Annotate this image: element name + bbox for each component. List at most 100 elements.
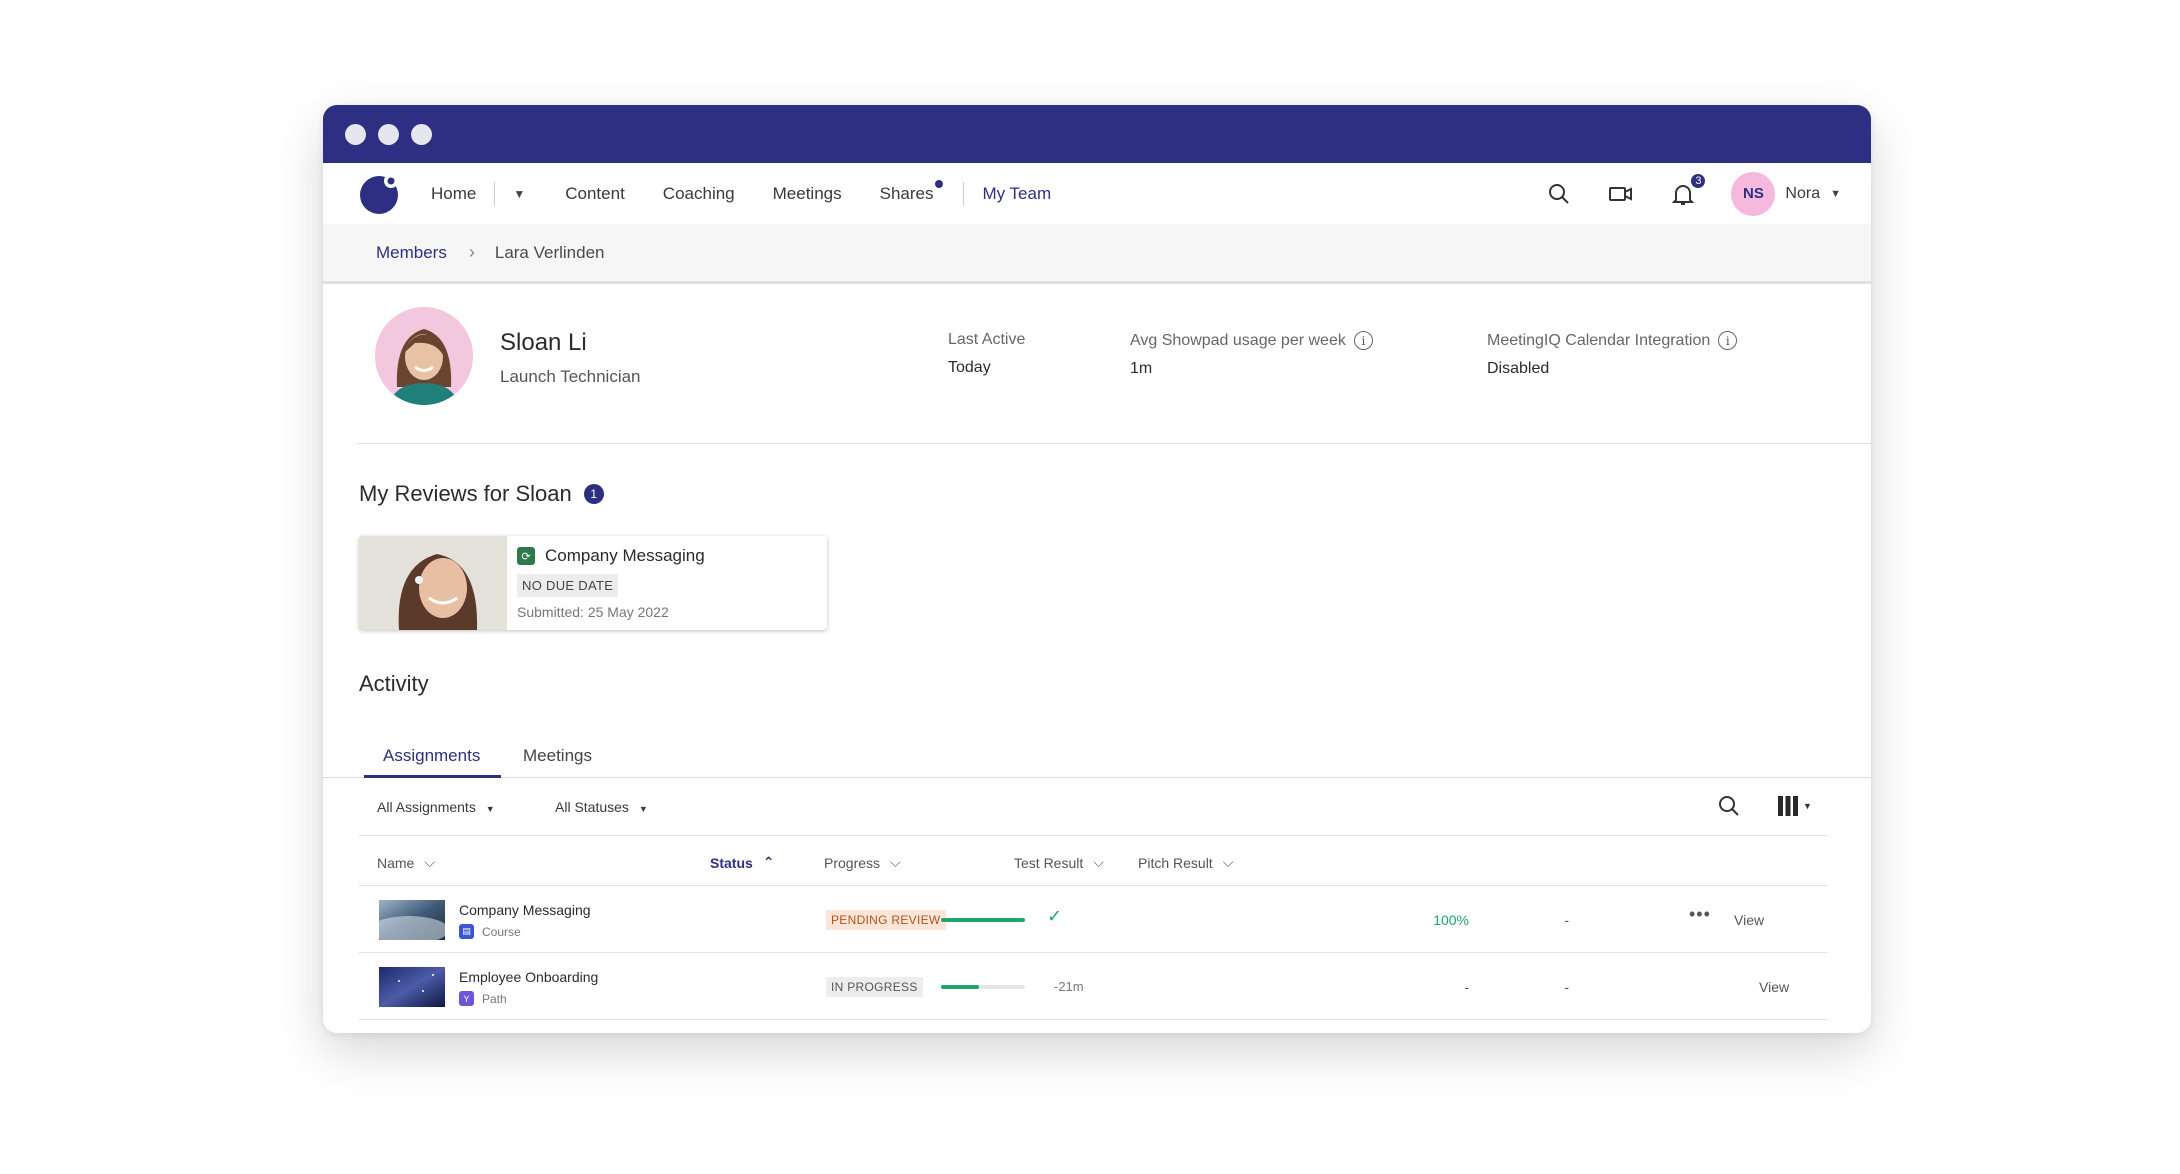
stat-label-row: Avg Showpad usage per week i [1130,331,1373,350]
notification-bell-icon[interactable]: 3 [1669,171,1708,208]
pitch-result: - [1564,979,1569,995]
reviews-title-text: My Reviews for Sloan [359,481,572,506]
status-badge: IN PROGRESS [826,977,923,997]
activity-section-title: Activity [359,671,429,697]
review-card-title: ⟳ Company Messaging [517,546,705,566]
showpad-logo[interactable] [359,173,401,215]
column-header-name[interactable]: Name ⌵ [377,854,435,871]
info-icon[interactable]: i [1718,331,1738,350]
chevron-down-icon: ⌵ [1222,854,1234,870]
nav-shares[interactable]: Shares [879,179,944,204]
dropdown-caret-icon: ▼ [485,804,495,814]
dropdown-caret-icon: ▼ [638,804,648,814]
filter-label: All Statuses [555,799,629,815]
refresh-icon: ⟳ [517,547,535,565]
assignment-name[interactable]: Company Messaging [459,902,591,918]
user-menu[interactable]: NS Nora ▼ [1731,171,1841,216]
nav-my-team[interactable]: My Team [982,184,1051,204]
test-result: 100% [1433,912,1469,928]
progress-bar [941,985,1025,989]
assignment-thumbnail [379,967,445,1007]
column-header-label: Name [377,854,415,871]
column-header-label: Test Result [1014,854,1084,871]
window-close-dot[interactable] [345,123,366,145]
column-header-progress[interactable]: Progress ⌵ [824,854,901,871]
submitted-date: Submitted: 25 May 2022 [517,604,669,620]
view-link[interactable]: View [1759,979,1789,995]
assignment-type-label: Course [482,924,521,939]
chevron-up-icon: ⌃ [762,854,775,870]
user-menu-caret-icon: ▼ [1830,187,1841,200]
table-row[interactable]: Company Messaging ▤ Course PENDING REVIEW… [359,886,1827,953]
course-icon: ▤ [459,924,474,939]
activity-title-text: Activity [359,671,429,696]
stat-value: Disabled [1487,360,1550,377]
stat-label: MeetingIQ Calendar Integration [1487,331,1711,349]
activity-tabs: Assignments Meetings [323,730,1871,778]
assignment-type: Y Path [459,991,507,1006]
stat-label: Avg Showpad usage per week [1130,331,1346,349]
member-profile-header: Sloan Li Launch Technician Last Active T… [357,284,1871,444]
window-minimize-dot[interactable] [378,123,399,145]
stat-value: 1m [1130,360,1153,377]
chevron-down-icon: ⌵ [890,854,901,870]
new-indicator-dot [935,179,944,188]
path-icon: Y [459,991,474,1006]
chevron-down-icon: ⌵ [1093,854,1104,870]
column-header-pitch-result[interactable]: Pitch Result ⌵ [1138,854,1233,871]
chevron-right-icon: › [468,242,475,262]
filter-label: All Assignments [377,799,476,815]
pitch-result: - [1564,912,1569,928]
info-icon[interactable]: i [1353,331,1373,350]
top-navigation: Home ▼ Content Coaching Meetings Shares … [323,163,1871,224]
video-camera-icon[interactable] [1607,180,1635,208]
stat-value: Today [948,359,991,376]
filter-assignments-dropdown[interactable]: All Assignments ▼ [377,799,495,815]
review-card-title-text: Company Messaging [545,546,705,565]
stat-calendar-integration: MeetingIQ Calendar Integration i Disabled [1487,331,1738,378]
window-maximize-dot[interactable] [411,123,432,145]
nav-home[interactable]: Home [431,184,476,204]
table-row[interactable]: Employee Onboarding Y Path IN PROGRESS -2… [359,953,1827,1020]
column-header-status[interactable]: Status ⌃ [710,854,775,871]
table-search-icon[interactable] [1717,794,1741,823]
nav-shares-label: Shares [879,183,934,203]
column-header-test-result[interactable]: Test Result ⌵ [1014,854,1104,871]
notification-count-badge: 3 [1689,171,1708,190]
reviews-count-badge: 1 [583,484,604,504]
stat-last-active: Last Active Today [948,331,1025,377]
filter-bar: All Assignments ▼ All Statuses ▼ ▼ [359,778,1827,836]
member-job-title: Launch Technician [500,367,641,386]
columns-toggle-icon[interactable]: ▼ [1777,795,1812,817]
nav-meetings[interactable]: Meetings [773,184,842,204]
assignment-name[interactable]: Employee Onboarding [459,969,598,985]
tab-meetings[interactable]: Meetings [523,746,592,766]
breadcrumb: Members › Lara Verlinden [323,224,1871,284]
status-badge: PENDING REVIEW [826,910,946,930]
time-remaining: -21m [1054,979,1084,994]
home-dropdown-icon[interactable]: ▼ [513,187,525,201]
nav-actions: 3 NS Nora ▼ [1545,171,1841,216]
search-icon[interactable] [1545,180,1573,208]
nav-content[interactable]: Content [565,184,625,204]
review-card[interactable]: ⟳ Company Messaging NO DUE DATE Submitte… [359,536,827,630]
nav-coaching[interactable]: Coaching [663,184,735,204]
reviews-section-title: My Reviews for Sloan 1 [359,481,604,507]
stat-label: Last Active [948,331,1026,348]
assignment-type-label: Path [482,991,507,1006]
column-header-label: Status [710,854,753,871]
view-link[interactable]: View [1734,912,1764,928]
checkmark-icon: ✓ [1047,906,1063,926]
member-avatar [375,307,473,405]
assignment-type: ▤ Course [459,924,521,939]
more-options-icon[interactable]: ••• [1689,904,1711,925]
column-header-label: Progress [824,854,881,871]
tab-assignments[interactable]: Assignments [383,746,480,766]
filter-statuses-dropdown[interactable]: All Statuses ▼ [555,799,648,815]
breadcrumb-members-link[interactable]: Members [376,243,447,263]
nav-divider [494,181,496,206]
due-date-tag: NO DUE DATE [517,574,619,597]
breadcrumb-current: Lara Verlinden [494,242,605,262]
chevron-down-icon: ⌵ [424,854,435,870]
window-titlebar [323,105,1871,163]
